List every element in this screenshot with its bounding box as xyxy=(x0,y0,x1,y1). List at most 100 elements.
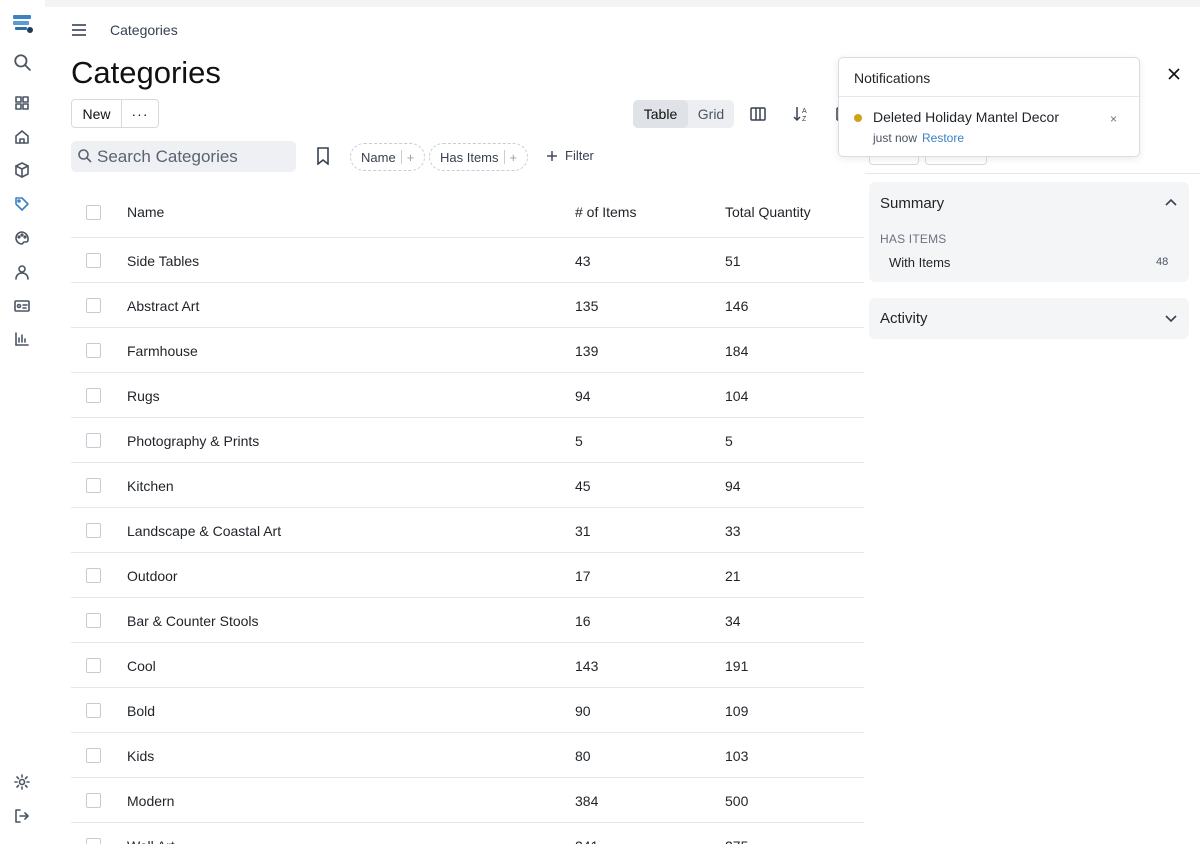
row-checkbox[interactable] xyxy=(86,478,101,493)
table-row[interactable]: Photography & Prints 5 5 xyxy=(71,418,864,463)
cell-quantity: 191 xyxy=(725,658,749,674)
more-actions-button[interactable]: ··· xyxy=(122,100,158,127)
cell-items: 31 xyxy=(575,523,591,539)
palette-icon[interactable] xyxy=(12,228,32,248)
row-checkbox[interactable] xyxy=(86,388,101,403)
summary-title[interactable]: Summary xyxy=(880,195,944,212)
name-filter-chip[interactable]: Name + xyxy=(350,143,426,171)
id-card-icon[interactable] xyxy=(12,296,32,316)
chevron-up-icon[interactable] xyxy=(1164,196,1178,215)
cell-name: Outdoor xyxy=(127,568,178,584)
menu-icon[interactable] xyxy=(70,21,88,39)
search-icon xyxy=(77,148,93,169)
cell-items: 143 xyxy=(575,658,599,674)
cell-name: Wall Art xyxy=(127,838,175,844)
table-row[interactable]: Outdoor 17 21 xyxy=(71,553,864,598)
bookmark-icon[interactable] xyxy=(315,147,331,170)
new-button[interactable]: New xyxy=(72,100,122,127)
new-button-group: New ··· xyxy=(71,99,159,128)
search-icon[interactable] xyxy=(12,52,32,72)
table-row[interactable]: Side Tables 43 51 xyxy=(71,238,864,283)
table-row[interactable]: Cool 143 191 xyxy=(71,643,864,688)
tab-table[interactable]: Table xyxy=(633,100,688,128)
chip-label: Name xyxy=(361,149,396,165)
cell-items: 80 xyxy=(575,748,591,764)
column-header-quantity[interactable]: Total Quantity xyxy=(725,204,811,220)
home-icon[interactable] xyxy=(12,127,32,147)
row-checkbox[interactable] xyxy=(86,568,101,583)
table-row[interactable]: Bar & Counter Stools 16 34 xyxy=(71,598,864,643)
table-row[interactable]: Abstract Art 135 146 xyxy=(71,283,864,328)
table-row[interactable]: Kitchen 45 94 xyxy=(71,463,864,508)
select-all-checkbox[interactable] xyxy=(86,205,101,220)
cell-quantity: 34 xyxy=(725,613,741,629)
row-checkbox[interactable] xyxy=(86,253,101,268)
row-checkbox[interactable] xyxy=(86,748,101,763)
cell-items: 94 xyxy=(575,388,591,404)
cell-name: Bar & Counter Stools xyxy=(127,613,259,629)
gear-icon[interactable] xyxy=(12,772,32,792)
row-checkbox[interactable] xyxy=(86,613,101,628)
dismiss-icon[interactable]: × xyxy=(1110,112,1117,126)
table-header: Name # of Items Total Quantity xyxy=(71,188,864,238)
table-row[interactable]: Kids 80 103 xyxy=(71,733,864,778)
table-row[interactable]: Bold 90 109 xyxy=(71,688,864,733)
table-row[interactable]: Farmhouse 139 184 xyxy=(71,328,864,373)
row-checkbox[interactable] xyxy=(86,703,101,718)
cell-quantity: 5 xyxy=(725,433,733,449)
cell-name: Abstract Art xyxy=(127,298,200,314)
facet-with-items[interactable]: With Items xyxy=(889,255,950,270)
user-icon[interactable] xyxy=(12,262,32,282)
table-row[interactable]: Rugs 94 104 xyxy=(71,373,864,418)
tag-icon[interactable] xyxy=(12,194,32,214)
breadcrumb: Categories xyxy=(110,22,178,38)
chart-icon[interactable] xyxy=(12,329,32,349)
box-icon[interactable] xyxy=(12,160,32,180)
cell-quantity: 33 xyxy=(725,523,741,539)
cell-items: 90 xyxy=(575,703,591,719)
summary-card: Summary HAS ITEMS With Items 48 xyxy=(869,182,1189,282)
section-label: HAS ITEMS xyxy=(880,232,947,246)
table-row[interactable]: Modern 384 500 xyxy=(71,778,864,823)
cell-name: Farmhouse xyxy=(127,343,198,359)
chip-label: Has Items xyxy=(440,149,499,165)
close-icon[interactable] xyxy=(1167,67,1181,86)
cell-items: 5 xyxy=(575,433,583,449)
row-checkbox[interactable] xyxy=(86,658,101,673)
add-filter-button[interactable]: Filter xyxy=(547,148,594,163)
chevron-down-icon[interactable] xyxy=(1164,311,1178,330)
row-checkbox[interactable] xyxy=(86,838,101,844)
cell-items: 45 xyxy=(575,478,591,494)
row-checkbox[interactable] xyxy=(86,433,101,448)
row-checkbox[interactable] xyxy=(86,343,101,358)
cell-items: 17 xyxy=(575,568,591,584)
app-logo[interactable] xyxy=(11,12,35,36)
row-checkbox[interactable] xyxy=(86,523,101,538)
search-input[interactable] xyxy=(97,145,287,169)
cell-items: 43 xyxy=(575,253,591,269)
cell-name: Rugs xyxy=(127,388,160,404)
tab-grid[interactable]: Grid xyxy=(688,100,734,128)
dashboard-icon[interactable] xyxy=(12,93,32,113)
svg-text:Z: Z xyxy=(802,116,807,123)
restore-link[interactable]: Restore xyxy=(922,131,964,145)
cell-quantity: 21 xyxy=(725,568,741,584)
column-header-items[interactable]: # of Items xyxy=(575,204,636,220)
plus-icon: + xyxy=(509,149,518,165)
table-row[interactable]: Landscape & Coastal Art 31 33 xyxy=(71,508,864,553)
cell-name: Side Tables xyxy=(127,253,200,269)
columns-icon[interactable] xyxy=(749,105,767,123)
cell-name: Landscape & Coastal Art xyxy=(127,523,282,539)
filter-label: Filter xyxy=(565,148,594,163)
unread-dot xyxy=(854,114,862,122)
column-header-name[interactable]: Name xyxy=(127,204,164,220)
row-checkbox[interactable] xyxy=(86,298,101,313)
activity-title[interactable]: Activity xyxy=(880,310,928,327)
table-row[interactable]: Wall Art 241 275 xyxy=(71,823,864,844)
logout-icon[interactable] xyxy=(12,806,32,826)
cell-quantity: 103 xyxy=(725,748,749,764)
row-checkbox[interactable] xyxy=(86,793,101,808)
has-items-filter-chip[interactable]: Has Items + xyxy=(429,143,529,171)
categories-table: Name # of Items Total Quantity Side Tabl… xyxy=(71,188,864,844)
sort-icon[interactable]: AZ xyxy=(792,105,810,123)
